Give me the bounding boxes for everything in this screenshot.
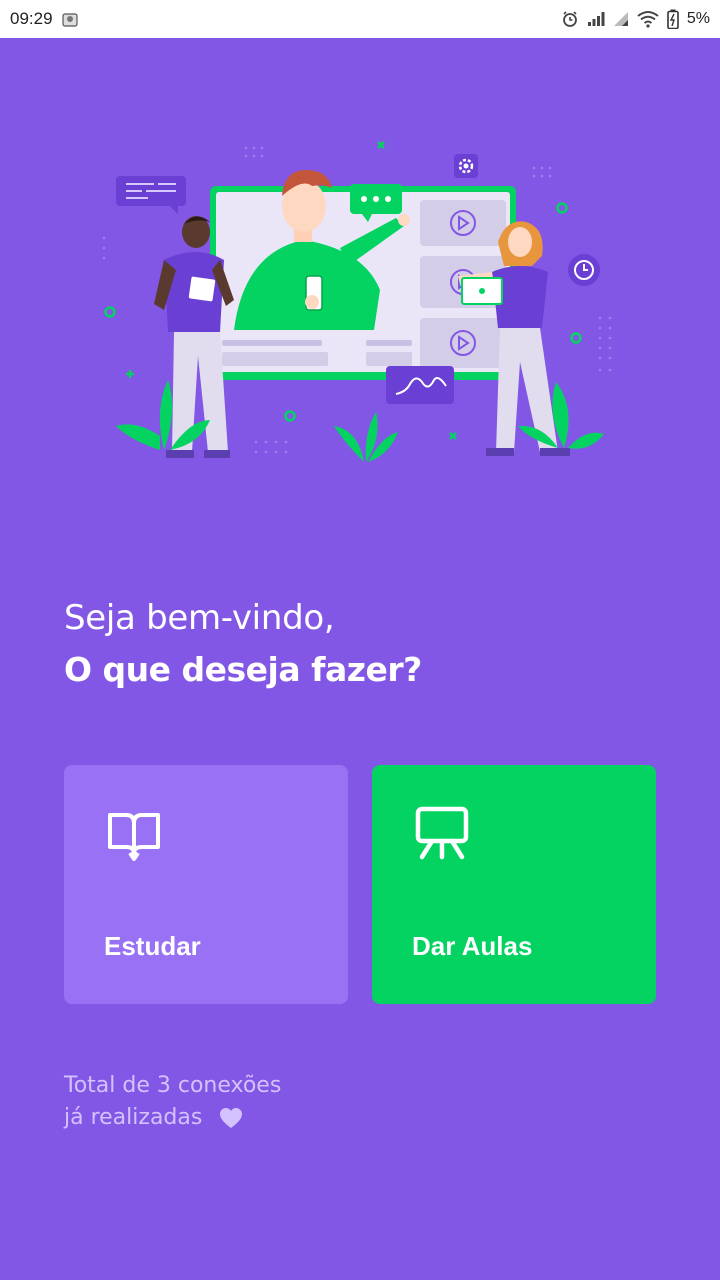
status-time: 09:29 [10, 9, 53, 28]
gear-icon [454, 154, 478, 178]
study-label: Estudar [104, 931, 201, 961]
question-heading: O que deseja fazer? [64, 650, 422, 689]
battery-icon [667, 9, 679, 29]
wifi-icon [637, 11, 659, 28]
chart-card [386, 366, 454, 404]
welcome-text: Seja bem-vindo, [64, 598, 335, 638]
status-right: 5% [561, 9, 710, 29]
connections-line2-row: já realizadas [64, 1102, 281, 1134]
hero-illustration [102, 141, 612, 462]
chat-bubble-left [116, 176, 186, 214]
study-button[interactable]: Estudar [64, 765, 348, 1004]
alarm-icon [562, 11, 577, 27]
signal-icon-2 [613, 12, 628, 26]
signal-icon [587, 12, 605, 26]
presentation-board-icon [415, 806, 469, 860]
teach-button[interactable]: Dar Aulas [372, 765, 656, 1004]
status-left: 09:29 [10, 9, 79, 29]
connections-line1: Total de 3 conexões [64, 1073, 282, 1098]
battery-percent: 5% [686, 10, 710, 27]
connections-line2: já realizadas [64, 1105, 203, 1130]
notification-icon [61, 13, 78, 27]
teach-label: Dar Aulas [412, 931, 533, 961]
clock-icon [568, 254, 600, 286]
purple-heart-icon [220, 1108, 243, 1128]
status-bar: 09:29 5% [0, 0, 720, 38]
greeting: Seja bem-vindo, O que deseja fazer? [64, 598, 422, 689]
connections-counter: Total de 3 conexões já realizadas [64, 1070, 281, 1134]
book-open-icon [108, 813, 160, 861]
